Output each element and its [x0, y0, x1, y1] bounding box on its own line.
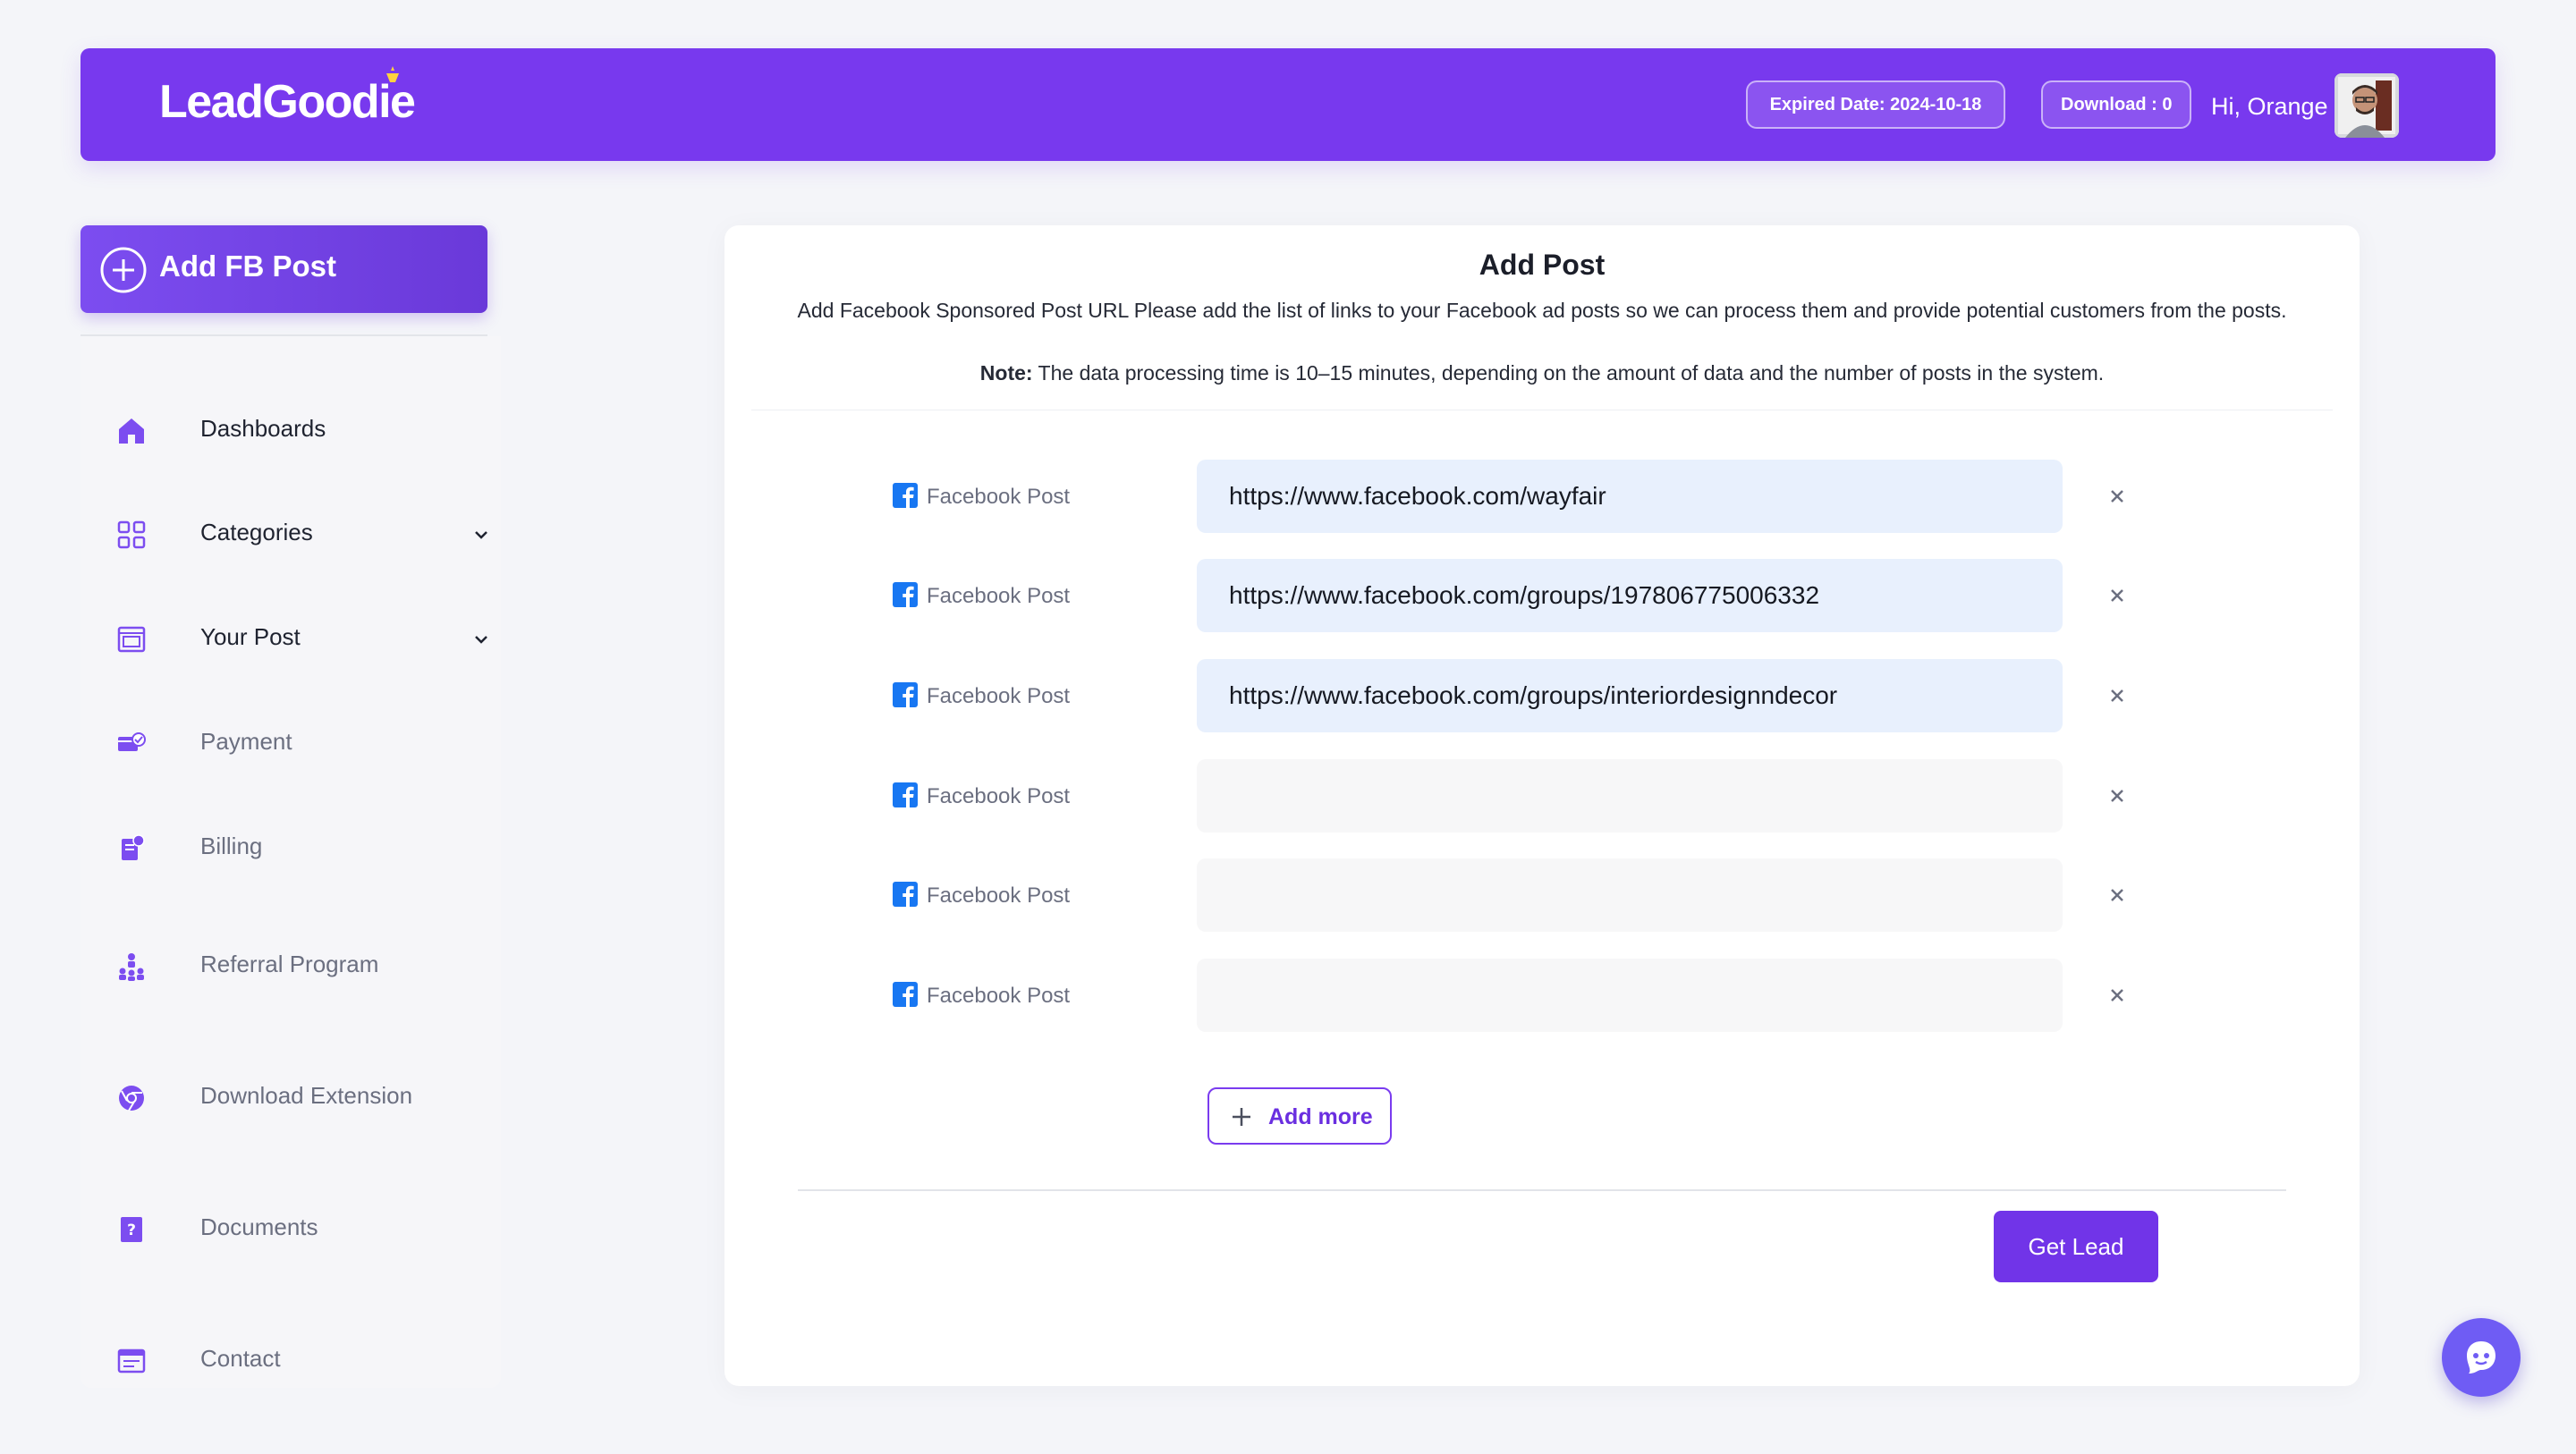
post-row-label-text: Facebook Post [927, 584, 1071, 608]
post-url-input[interactable] [1197, 759, 2063, 833]
plus-icon [1233, 1108, 1250, 1126]
add-fb-post-label: Add FB Post [159, 249, 336, 283]
note-text: The data processing time is 10–15 minute… [1032, 361, 2105, 385]
user-greeting: Hi, Orange [2211, 93, 2328, 120]
sidebar-item-dashboards[interactable]: Dashboards [116, 408, 474, 452]
post-url-input[interactable] [1197, 460, 2063, 533]
sidebar-item-contact[interactable]: Contact [116, 1338, 474, 1382]
note-label: Note: [979, 361, 1033, 385]
sidebar-item-label: Categories [200, 519, 313, 545]
home-icon [119, 418, 144, 444]
remove-post-icon[interactable] [2102, 681, 2132, 711]
post-row-label-text: Facebook Post [927, 784, 1071, 808]
billing-icon [122, 834, 145, 860]
chevron-down-icon [475, 531, 487, 539]
sidebar-item-referral-program[interactable]: Referral Program [116, 943, 474, 988]
post-row: Facebook Post [724, 559, 2360, 632]
expired-date-badge: Expired Date: 2024-10-18 [1746, 80, 2005, 129]
chrome-icon [119, 1086, 144, 1112]
sidebar-item-label: Dashboards [200, 415, 326, 442]
post-row-label: Facebook Post [893, 882, 1070, 909]
add-fb-post-button[interactable]: Add FB Post [80, 225, 487, 313]
post-row-label: Facebook Post [893, 582, 1070, 609]
facebook-icon [893, 483, 918, 508]
post-url-input[interactable] [1197, 559, 2063, 632]
sidebar-item-label: Documents [200, 1213, 318, 1240]
post-row-label: Facebook Post [893, 682, 1070, 709]
remove-post-icon[interactable] [2102, 580, 2132, 611]
sidebar-item-label: Payment [200, 728, 292, 755]
sidebar-item-label: Your Post [200, 623, 301, 650]
post-row: Facebook Post [724, 659, 2360, 732]
sidebar-item-categories[interactable]: Categories [116, 511, 487, 556]
grid-icon [117, 520, 146, 549]
sidebar-item-download-extension[interactable]: Download Extension [116, 1075, 474, 1120]
post-row: Facebook Post [724, 858, 2360, 932]
add-post-card: Add Post Add Facebook Sponsored Post URL… [724, 225, 2360, 1386]
post-row-label-text: Facebook Post [927, 485, 1071, 509]
lamp-icon [386, 66, 399, 82]
svg-text:?: ? [127, 1222, 136, 1239]
sidebar-item-billing[interactable]: Billing [116, 825, 474, 870]
top-header: LeadGoodie Expired Date: 2024-10-18 Down… [80, 48, 2496, 161]
page-title: Add Post [1479, 249, 1606, 281]
avatar[interactable] [2334, 73, 2399, 138]
post-url-input[interactable] [1197, 858, 2063, 932]
remove-post-icon[interactable] [2102, 481, 2132, 511]
add-more-button[interactable]: Add more [1208, 1087, 1392, 1145]
chevron-down-icon [475, 636, 487, 644]
sidebar-item-label: Billing [200, 833, 263, 859]
sidebar-nav: Dashboards Categories Your Post Payment … [80, 336, 501, 1388]
download-count-badge: Download : 0 [2041, 80, 2191, 129]
contact-icon [117, 1348, 146, 1374]
post-row-label-text: Facebook Post [927, 684, 1071, 708]
user-avatar-icon [2334, 73, 2399, 138]
post-url-input[interactable] [1197, 659, 2063, 732]
sidebar-item-label: Referral Program [200, 951, 379, 977]
page-description: Add Facebook Sponsored Post URL Please a… [797, 299, 2287, 322]
post-icon [117, 626, 146, 653]
document-icon: ? [121, 1217, 142, 1242]
post-row: Facebook Post [724, 460, 2360, 533]
post-url-input[interactable] [1197, 959, 2063, 1032]
post-row: Facebook Post [724, 959, 2360, 1032]
facebook-icon [893, 982, 918, 1007]
get-lead-button[interactable]: Get Lead [1994, 1211, 2158, 1282]
facebook-icon [893, 582, 918, 607]
referral-icon [119, 953, 144, 981]
sidebar-item-label: Contact [200, 1345, 281, 1372]
sidebar-item-your-post[interactable]: Your Post [116, 616, 487, 661]
facebook-icon [893, 882, 918, 907]
logo-text: LeadGoodie [159, 76, 416, 128]
facebook-icon [893, 782, 918, 807]
remove-post-icon[interactable] [2102, 980, 2132, 1010]
facebook-icon [893, 682, 918, 707]
footer-divider [798, 1189, 2286, 1191]
payment-icon [118, 732, 146, 751]
chat-bot-icon [2467, 1341, 2496, 1374]
processing-note: Note: The data processing time is 10–15 … [760, 358, 2324, 389]
logo[interactable]: LeadGoodie [159, 66, 416, 132]
sidebar-item-payment[interactable]: Payment [116, 721, 474, 765]
remove-post-icon[interactable] [2102, 880, 2132, 910]
sidebar-item-documents[interactable]: ? Documents [116, 1206, 474, 1251]
post-row-label: Facebook Post [893, 782, 1070, 809]
plus-circle-icon [100, 247, 147, 293]
remove-post-icon[interactable] [2102, 781, 2132, 811]
post-row-label: Facebook Post [893, 483, 1070, 510]
chat-widget-button[interactable] [2442, 1318, 2521, 1397]
post-row-label-text: Facebook Post [927, 883, 1071, 908]
post-row-label: Facebook Post [893, 982, 1070, 1009]
add-more-label: Add more [1268, 1104, 1373, 1129]
post-row-label-text: Facebook Post [927, 984, 1071, 1008]
sidebar-item-label: Download Extension [200, 1082, 413, 1109]
sidebar: Add FB Post Dashboards Categories Your P… [80, 225, 501, 1388]
post-row: Facebook Post [724, 759, 2360, 833]
